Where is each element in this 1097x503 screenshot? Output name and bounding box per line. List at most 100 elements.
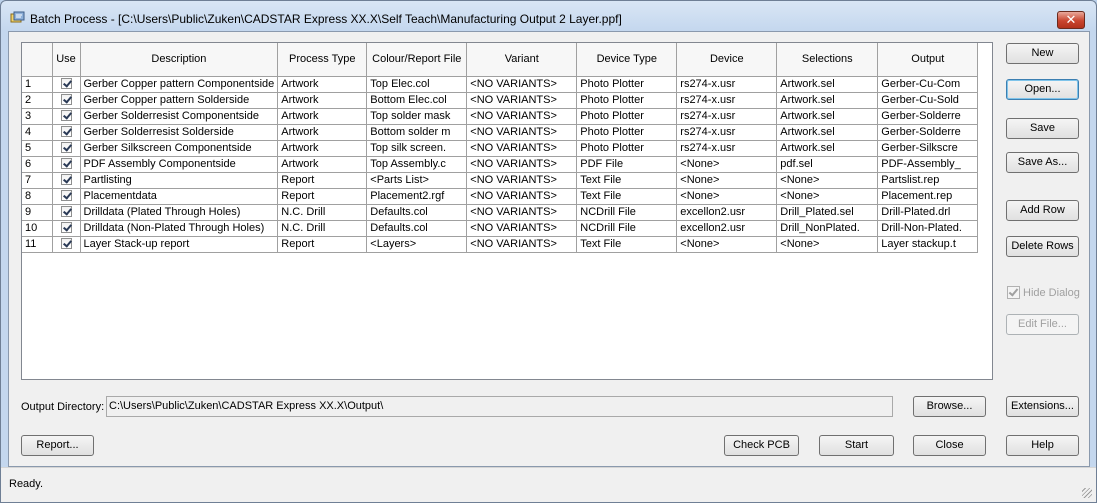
grid-cell[interactable]: Gerber-Cu-Sold xyxy=(877,92,979,109)
check-pcb-button[interactable]: Check PCB xyxy=(724,435,799,456)
grid-cell[interactable]: Artwork xyxy=(277,156,368,173)
use-checkbox[interactable] xyxy=(60,205,72,217)
table-row[interactable]: 10 Drilldata (Non-Plated Through Holes) N.… xyxy=(22,220,979,237)
grid-cell[interactable]: Report xyxy=(277,172,368,189)
save-as-button[interactable]: Save As... xyxy=(1006,152,1079,173)
extensions-button[interactable]: Extensions... xyxy=(1006,396,1079,417)
batch-grid[interactable]: Use Description Process Type Colour/Report … xyxy=(21,42,993,380)
grid-cell[interactable]: Placementdata xyxy=(80,188,279,205)
column-header[interactable]: Output xyxy=(877,43,979,77)
grid-cell[interactable]: <NO VARIANTS> xyxy=(466,92,578,109)
grid-cell[interactable]: Text File xyxy=(576,236,678,253)
table-row[interactable]: 2 Gerber Copper pattern Solderside Artwork… xyxy=(22,92,979,109)
grid-cell[interactable]: Gerber-Solderre xyxy=(877,124,979,141)
grid-cell[interactable]: <NO VARIANTS> xyxy=(466,204,578,221)
start-button[interactable]: Start xyxy=(819,435,894,456)
grid-cell[interactable]: Partlisting xyxy=(80,172,279,189)
grid-cell[interactable]: Drilldata (Plated Through Holes) xyxy=(80,204,279,221)
grid-cell[interactable]: Photo Plotter xyxy=(576,76,678,93)
grid-cell[interactable]: <Layers> xyxy=(366,236,468,253)
grid-cell[interactable]: <NO VARIANTS> xyxy=(466,124,578,141)
row-number[interactable]: 11 xyxy=(22,236,53,253)
use-checkbox[interactable] xyxy=(60,189,72,201)
grid-cell[interactable]: Placement2.rgf xyxy=(366,188,468,205)
grid-cell[interactable]: Gerber Solderresist Componentside xyxy=(80,108,279,125)
grid-cell[interactable]: Gerber-Solderre xyxy=(877,108,979,125)
output-directory-field[interactable]: C:\Users\Public\Zuken\CADSTAR Express XX… xyxy=(106,396,893,417)
grid-cell[interactable]: Report xyxy=(277,188,368,205)
grid-cell[interactable]: Artwork.sel xyxy=(776,108,879,125)
grid-cell[interactable]: <None> xyxy=(776,188,879,205)
grid-cell[interactable]: Drill-Non-Plated. xyxy=(877,220,979,237)
grid-cell[interactable]: <None> xyxy=(676,156,778,173)
use-checkbox[interactable] xyxy=(60,157,72,169)
grid-cell[interactable]: <NO VARIANTS> xyxy=(466,220,578,237)
grid-cell[interactable]: Gerber Silkscreen Componentside xyxy=(80,140,279,157)
column-header[interactable]: Use xyxy=(52,43,81,77)
grid-cell[interactable]: Top Elec.col xyxy=(366,76,468,93)
grid-cell[interactable]: Photo Plotter xyxy=(576,92,678,109)
grid-cell[interactable]: Top silk screen. xyxy=(366,140,468,157)
grid-cell[interactable]: Photo Plotter xyxy=(576,124,678,141)
column-header[interactable]: Device Type xyxy=(576,43,678,77)
grid-cell[interactable]: Artwork xyxy=(277,140,368,157)
grid-cell[interactable]: <NO VARIANTS> xyxy=(466,172,578,189)
grid-cell[interactable]: Artwork xyxy=(277,108,368,125)
grid-cell[interactable]: Top solder mask xyxy=(366,108,468,125)
table-row[interactable]: 6 PDF Assembly Componentside Artwork Top As… xyxy=(22,156,979,173)
grid-cell[interactable]: Gerber-Cu-Com xyxy=(877,76,979,93)
grid-cell[interactable]: excellon2.usr xyxy=(676,204,778,221)
grid-cell[interactable]: NCDrill File xyxy=(576,204,678,221)
grid-cell[interactable]: Gerber Copper pattern Componentside xyxy=(80,76,279,93)
save-button[interactable]: Save xyxy=(1006,118,1079,139)
grid-cell[interactable]: Gerber-Silkscre xyxy=(877,140,979,157)
use-checkbox[interactable] xyxy=(60,125,72,137)
column-header[interactable]: Description xyxy=(80,43,279,77)
grid-cell[interactable]: PDF Assembly Componentside xyxy=(80,156,279,173)
table-row[interactable]: 11 Layer Stack-up report Report <Layers> <NO… xyxy=(22,236,979,253)
table-row[interactable]: 4 Gerber Solderresist Solderside Artwork Bo… xyxy=(22,124,979,141)
table-row[interactable]: 8 Placementdata Report Placement2.rgf <NO VA… xyxy=(22,188,979,205)
row-number[interactable]: 10 xyxy=(22,220,53,237)
column-header[interactable]: Selections xyxy=(776,43,879,77)
row-number[interactable]: 7 xyxy=(22,172,53,189)
grid-cell[interactable]: Partslist.rep xyxy=(877,172,979,189)
grid-cell[interactable]: Drill_Plated.sel xyxy=(776,204,879,221)
grid-cell[interactable]: <NO VARIANTS> xyxy=(466,140,578,157)
report-button[interactable]: Report... xyxy=(21,435,94,456)
grid-cell[interactable]: PDF-Assembly_ xyxy=(877,156,979,173)
grid-cell[interactable]: Text File xyxy=(576,172,678,189)
grid-cell[interactable]: Layer stackup.t xyxy=(877,236,979,253)
row-number[interactable]: 9 xyxy=(22,204,53,221)
add-row-button[interactable]: Add Row xyxy=(1006,200,1079,221)
grid-cell[interactable]: <NO VARIANTS> xyxy=(466,108,578,125)
row-number[interactable]: 1 xyxy=(22,76,53,93)
row-number[interactable]: 2 xyxy=(22,92,53,109)
table-row[interactable]: 3 Gerber Solderresist Componentside Artwor… xyxy=(22,108,979,125)
grid-cell[interactable]: <Parts List> xyxy=(366,172,468,189)
new-button[interactable]: New xyxy=(1006,43,1079,64)
grid-cell[interactable]: NCDrill File xyxy=(576,220,678,237)
grid-cell[interactable]: Artwork.sel xyxy=(776,140,879,157)
grid-cell[interactable]: Photo Plotter xyxy=(576,108,678,125)
grid-cell[interactable]: rs274-x.usr xyxy=(676,76,778,93)
grid-cell[interactable]: PDF File xyxy=(576,156,678,173)
grid-cell[interactable]: Artwork xyxy=(277,76,368,93)
use-checkbox[interactable] xyxy=(60,109,72,121)
resize-grip-icon[interactable] xyxy=(1082,488,1092,498)
use-checkbox[interactable] xyxy=(60,77,72,89)
grid-cell[interactable]: <NO VARIANTS> xyxy=(466,76,578,93)
column-header[interactable]: Device xyxy=(676,43,778,77)
grid-cell[interactable]: Gerber Copper pattern Solderside xyxy=(80,92,279,109)
column-header[interactable]: Process Type xyxy=(277,43,368,77)
grid-cell[interactable]: <NO VARIANTS> xyxy=(466,156,578,173)
table-row[interactable]: 9 Drilldata (Plated Through Holes) N.C. Dr… xyxy=(22,204,979,221)
grid-cell[interactable]: Artwork xyxy=(277,124,368,141)
grid-cell[interactable]: Defaults.col xyxy=(366,220,468,237)
grid-cell[interactable]: Placement.rep xyxy=(877,188,979,205)
grid-cell[interactable]: rs274-x.usr xyxy=(676,140,778,157)
grid-cell[interactable]: N.C. Drill xyxy=(277,220,368,237)
table-row[interactable]: 1 Gerber Copper pattern Componentside Artw… xyxy=(22,76,979,93)
grid-cell[interactable]: <None> xyxy=(776,172,879,189)
browse-button[interactable]: Browse... xyxy=(913,396,986,417)
